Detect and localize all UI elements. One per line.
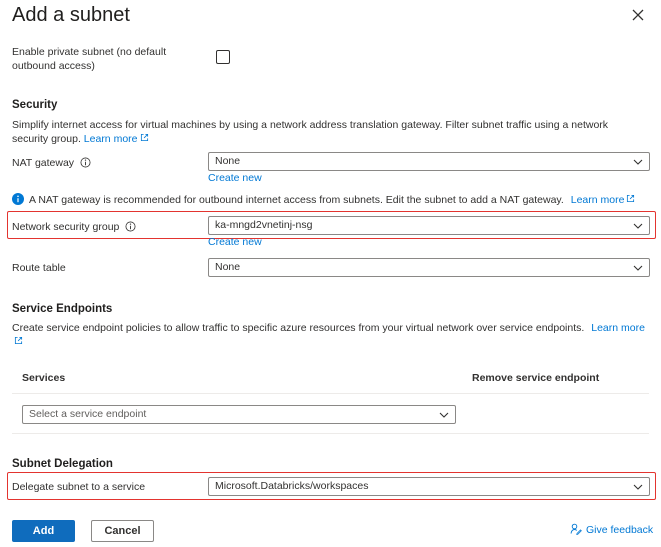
private-subnet-label: Enable private subnet (no default outbou…	[12, 45, 212, 73]
security-learn-more-link[interactable]: Learn more	[84, 133, 149, 145]
table-divider	[12, 393, 649, 394]
nsg-label-text: Network security group	[12, 221, 119, 233]
panel-title: Add a subnet	[12, 4, 130, 27]
chevron-down-icon	[633, 157, 643, 167]
nsg-value: ka-mngd2vnetinj-nsg	[215, 219, 312, 231]
nsg-label: Network security group	[12, 221, 136, 233]
security-description: Simplify internet access for virtual mac…	[12, 118, 642, 146]
info-icon[interactable]	[125, 221, 136, 232]
give-feedback-link[interactable]: Give feedback	[570, 523, 653, 536]
nat-gateway-label-text: NAT gateway	[12, 157, 74, 169]
nsg-create-new-link[interactable]: Create new	[208, 236, 262, 248]
external-link-icon	[14, 336, 23, 345]
nsg-select[interactable]: ka-mngd2vnetinj-nsg	[208, 216, 650, 235]
route-table-value: None	[215, 261, 240, 273]
cancel-button[interactable]: Cancel	[91, 520, 154, 542]
security-heading: Security	[12, 99, 57, 111]
external-link-icon	[626, 194, 635, 203]
delegate-subnet-select[interactable]: Microsoft.Databricks/workspaces	[208, 477, 650, 496]
service-endpoints-heading: Service Endpoints	[12, 303, 112, 315]
nat-gateway-label: NAT gateway	[12, 157, 91, 169]
chevron-down-icon	[633, 263, 643, 273]
service-endpoint-placeholder: Select a service endpoint	[29, 408, 146, 420]
external-link-icon	[140, 133, 149, 142]
chevron-down-icon	[439, 410, 449, 420]
give-feedback-label: Give feedback	[586, 524, 653, 536]
service-endpoints-description-text: Create service endpoint policies to allo…	[12, 322, 584, 334]
service-endpoints-description: Create service endpoint policies to allo…	[12, 321, 652, 349]
delegate-subnet-label: Delegate subnet to a service	[12, 481, 145, 493]
info-filled-icon	[12, 193, 24, 205]
subnet-delegation-heading: Subnet Delegation	[12, 458, 113, 470]
delegate-subnet-value: Microsoft.Databricks/workspaces	[215, 480, 368, 492]
add-button[interactable]: Add	[12, 520, 75, 542]
nat-info-message: A NAT gateway is recommended for outboun…	[12, 193, 635, 206]
services-column-header: Services	[22, 372, 65, 384]
nat-info-learn-more-link[interactable]: Learn more	[571, 194, 636, 206]
nat-gateway-value: None	[215, 155, 240, 167]
chevron-down-icon	[633, 482, 643, 492]
table-divider	[12, 433, 649, 434]
info-icon[interactable]	[80, 157, 91, 168]
remove-endpoint-column-header: Remove service endpoint	[472, 372, 599, 384]
route-table-label: Route table	[12, 262, 66, 274]
feedback-icon	[570, 523, 582, 535]
private-subnet-checkbox[interactable]	[216, 50, 230, 64]
nat-info-text: A NAT gateway is recommended for outboun…	[29, 194, 564, 206]
nat-gateway-select[interactable]: None	[208, 152, 650, 171]
close-icon[interactable]	[629, 6, 647, 24]
chevron-down-icon	[633, 221, 643, 231]
service-endpoint-select[interactable]: Select a service endpoint	[22, 405, 456, 424]
route-table-select[interactable]: None	[208, 258, 650, 277]
nat-gateway-create-new-link[interactable]: Create new	[208, 172, 262, 184]
